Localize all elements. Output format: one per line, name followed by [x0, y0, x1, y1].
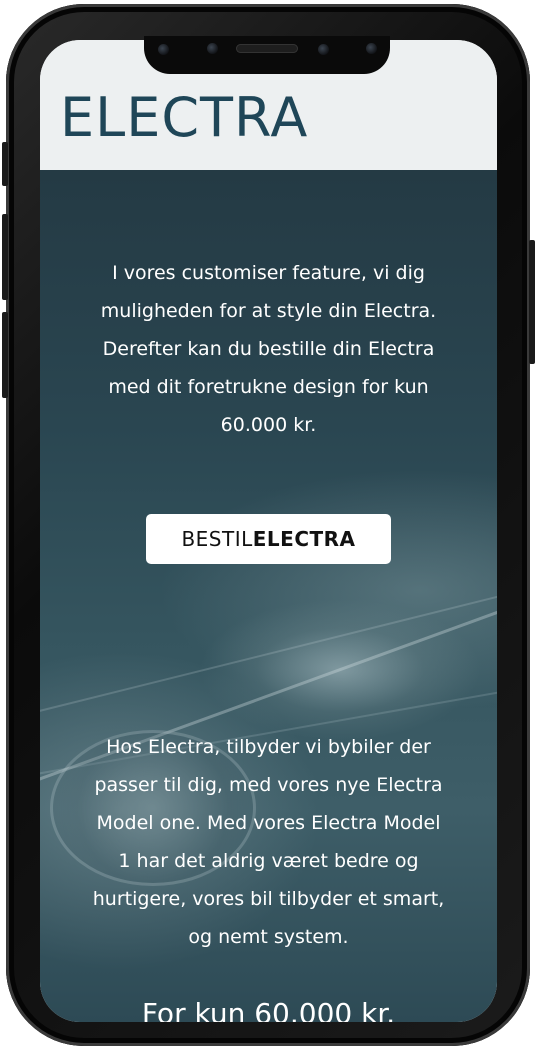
customiser-intro-text: I vores customiser feature, vi dig mulig… [100, 262, 437, 436]
about-text: Hos Electra, tilbyder vi bybiler der pas… [92, 736, 445, 948]
order-electra-button[interactable]: BESTIL ELECTRA [146, 514, 391, 564]
sensor-dot [207, 43, 218, 54]
phone-screen: ELECTRA I vores customiser feature, vi d… [40, 40, 497, 1022]
electra-logo[interactable]: ELECTRA [60, 88, 308, 148]
hero-section: I vores customiser feature, vi dig mulig… [40, 170, 497, 1022]
power-button [529, 240, 535, 364]
notch [144, 36, 390, 74]
speaker-grille [236, 44, 298, 53]
order-button-label-regular: BESTIL [181, 527, 253, 551]
front-camera [318, 44, 329, 55]
price-heading: For kun 60.000 kr. [141, 997, 396, 1022]
volume-down-button [2, 312, 8, 398]
sensor-dot [158, 44, 169, 55]
sensor-dot [366, 43, 377, 54]
mute-switch [2, 142, 8, 186]
volume-up-button [2, 214, 8, 300]
order-button-label-bold: ELECTRA [252, 527, 356, 551]
